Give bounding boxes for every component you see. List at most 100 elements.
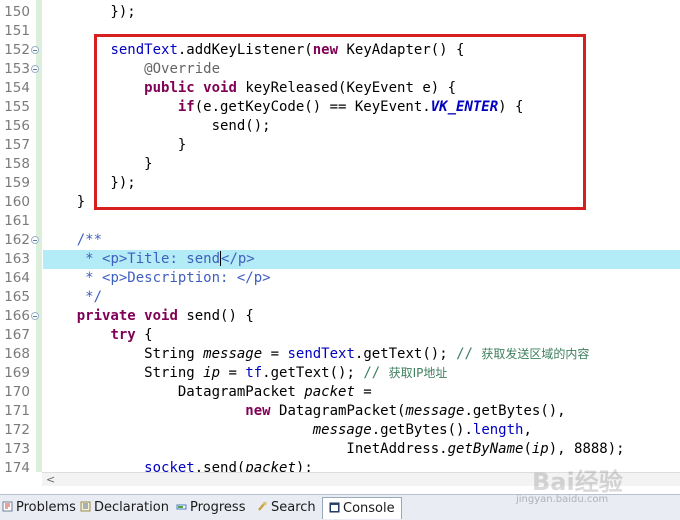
line-number: 169 <box>4 365 30 381</box>
tab-progress[interactable]: Progress <box>176 497 245 519</box>
code-line[interactable]: 164 * <p>Description: </p> <box>0 269 680 288</box>
code-line[interactable]: 166 private void send() { <box>0 307 680 326</box>
annotation-highlight-box <box>94 34 586 210</box>
fold-toggle-icon[interactable] <box>31 65 39 73</box>
code-line[interactable]: 150 }); <box>0 3 680 22</box>
code-token: ( <box>523 441 532 457</box>
code-line[interactable]: 170 DatagramPacket packet = <box>0 383 680 402</box>
line-number: 170 <box>4 384 30 400</box>
line-number: 160 <box>4 194 30 210</box>
code-line[interactable]: 169 String ip = tf.getText(); // 获取IP地址 <box>0 364 680 383</box>
code-token: socket <box>144 460 195 472</box>
code-text[interactable]: /** <box>43 231 680 250</box>
line-number: 172 <box>4 422 30 438</box>
line-number: 165 <box>4 289 30 305</box>
code-text[interactable]: String message = sendText.getText(); // … <box>43 345 680 364</box>
tab-declaration[interactable]: Declaration <box>80 497 169 519</box>
code-line[interactable]: 163 * <p>Title: send</p> <box>0 250 680 269</box>
code-token: send() { <box>177 308 254 324</box>
code-token: packet <box>304 384 355 400</box>
code-text[interactable]: String ip = tf.getText(); // 获取IP地址 <box>43 364 680 383</box>
code-text[interactable]: private void send() { <box>43 307 680 326</box>
fold-toggle-icon[interactable] <box>31 312 39 320</box>
code-token: .getText(); <box>354 346 457 362</box>
code-token: * <p>Title: send <box>85 251 221 267</box>
code-line[interactable]: 167 try { <box>0 326 680 345</box>
code-token: .getBytes(), <box>464 403 566 419</box>
line-number: 150 <box>4 4 30 20</box>
code-text[interactable]: DatagramPacket packet = <box>43 383 680 402</box>
fold-toggle-icon[interactable] <box>31 46 39 54</box>
code-token: */ <box>85 289 103 305</box>
tab-search[interactable]: Search <box>257 497 316 519</box>
code-text[interactable]: }); <box>43 3 680 22</box>
line-number: 163 <box>4 251 30 267</box>
line-number: 166 <box>4 308 30 324</box>
code-token: { <box>135 327 153 343</box>
code-line[interactable]: 168 String message = sendText.getText();… <box>0 345 680 364</box>
code-token: DatagramPacket( <box>270 403 406 419</box>
code-line[interactable]: 165 */ <box>0 288 680 307</box>
code-token: message <box>312 422 372 438</box>
tab-label: Search <box>271 500 316 515</box>
code-token: ), 8888); <box>548 441 625 457</box>
line-number: 154 <box>4 80 30 96</box>
code-text[interactable]: * <p>Title: send</p> <box>43 250 680 269</box>
watermark-logo: Bai经验 <box>532 468 623 496</box>
code-token: tf <box>245 365 263 381</box>
code-token: = <box>354 384 372 400</box>
code-token: String <box>43 365 204 381</box>
code-token: 获取IP地址 <box>388 366 448 380</box>
tab-label: Problems <box>16 500 76 515</box>
code-token: ip <box>203 365 221 381</box>
code-token: * <p>Description: </p> <box>85 270 271 286</box>
code-line[interactable]: 172 message.getBytes().length, <box>0 421 680 440</box>
code-text[interactable]: message.getBytes().length, <box>43 421 680 440</box>
code-token: InetAddress. <box>43 441 448 457</box>
code-text[interactable]: * <p>Description: </p> <box>43 269 680 288</box>
scroll-left-arrow[interactable]: < <box>46 473 55 486</box>
code-token: length <box>472 422 524 438</box>
fold-toggle-icon[interactable] <box>31 236 39 244</box>
code-token: .getBytes(). <box>371 422 473 438</box>
code-token: try <box>110 327 136 343</box>
line-number: 171 <box>4 403 30 419</box>
code-text[interactable]: try { <box>43 326 680 345</box>
code-text[interactable] <box>43 212 680 231</box>
code-token: String <box>43 346 204 362</box>
code-token: packet <box>245 460 296 472</box>
code-text[interactable]: new DatagramPacket(message.getBytes(), <box>43 402 680 421</box>
tab-label: Console <box>343 501 395 516</box>
code-line[interactable]: 162 /** <box>0 231 680 250</box>
line-number: 167 <box>4 327 30 343</box>
code-text[interactable]: */ <box>43 288 680 307</box>
tab-console[interactable]: Console <box>322 497 402 519</box>
code-line[interactable]: 171 new DatagramPacket(message.getBytes(… <box>0 402 680 421</box>
tab-problems[interactable]: Problems <box>2 497 76 519</box>
line-number: 156 <box>4 118 30 134</box>
code-token: DatagramPacket <box>43 384 305 400</box>
line-number: 168 <box>4 346 30 362</box>
line-number: 164 <box>4 270 30 286</box>
code-token: ); <box>295 460 313 472</box>
code-token: private <box>76 308 136 324</box>
code-token: .send( <box>194 460 246 472</box>
progress-icon <box>176 504 187 510</box>
code-line[interactable]: 161 <box>0 212 680 231</box>
line-number: 157 <box>4 137 30 153</box>
line-number: 173 <box>4 441 30 457</box>
code-editor[interactable]: 150 }); 151 152 sendText.addKeyListener(ne… <box>0 0 680 472</box>
code-token: new <box>245 403 271 419</box>
code-text[interactable]: InetAddress.getByName(ip), 8888); <box>43 440 680 459</box>
line-number: 162 <box>4 232 30 248</box>
line-number: 158 <box>4 156 30 172</box>
code-token: getByName <box>447 441 524 457</box>
code-token: , <box>523 422 532 438</box>
line-number: 153 <box>4 61 30 77</box>
code-token: = <box>262 346 288 362</box>
code-line[interactable]: 173 InetAddress.getByName(ip), 8888); <box>0 440 680 459</box>
